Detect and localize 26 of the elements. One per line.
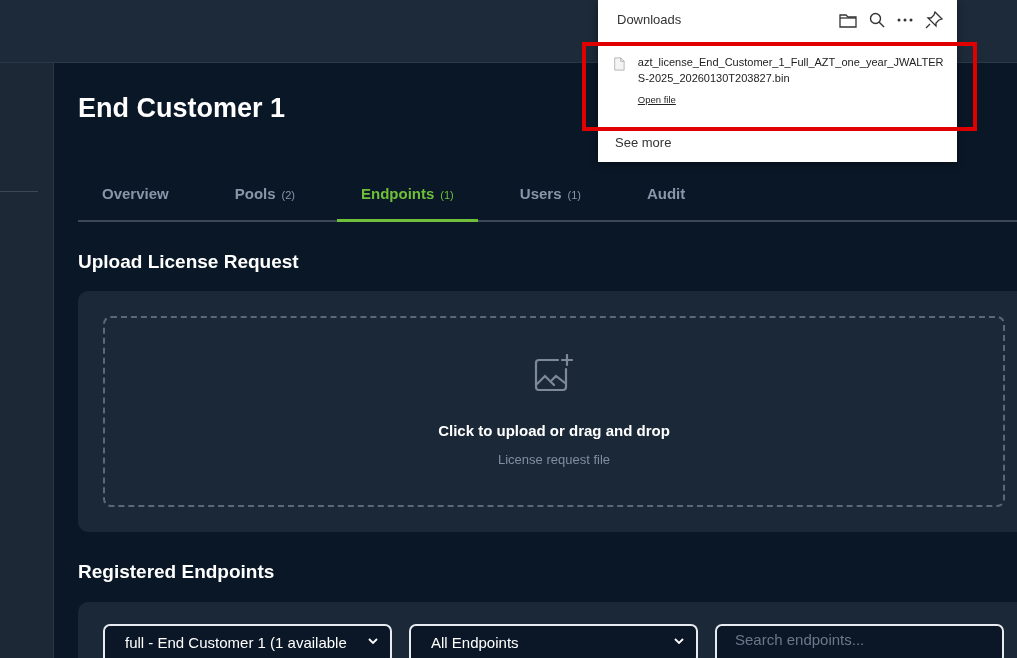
search-field[interactable]: Search endpoints... — [715, 623, 1004, 658]
file-name: azt_license_End_Customer_1_Full_AZT_one_year_JWALTERS-2025_20260130T203827.bin — [637, 55, 945, 86]
upload-hint: License request file — [498, 450, 610, 469]
caret-icon — [674, 637, 684, 645]
drop-zone[interactable]: Click to upload or drag and drop License request file — [103, 316, 1005, 507]
page-title: End Customer 1 — [78, 92, 286, 125]
filter-dropdown[interactable]: full - End Customer 1 (1 available — [103, 623, 392, 658]
panel-title: Downloads — [617, 11, 683, 30]
folder-icon[interactable] — [839, 12, 857, 28]
upload-prompt: Click to upload or drag and drop — [438, 421, 670, 441]
open-file-link[interactable]: Open file — [637, 93, 676, 108]
tab[interactable]: Users (1) — [495, 177, 605, 222]
see-more-link[interactable]: See more — [615, 133, 672, 153]
search-icon[interactable] — [869, 12, 885, 28]
add-image-icon — [534, 354, 574, 392]
tab[interactable]: Audit — [622, 177, 710, 222]
section-heading: Registered Endpoints — [78, 560, 276, 584]
pin-icon[interactable] — [925, 11, 943, 29]
caret-icon — [368, 637, 378, 645]
more-icon[interactable] — [897, 18, 913, 22]
tab[interactable]: Pools (2) — [210, 177, 319, 222]
tab[interactable]: Endpoints (1) — [337, 177, 478, 222]
file-icon — [614, 54, 625, 74]
tab[interactable]: Overview — [78, 177, 193, 222]
section-heading: Upload License Request — [78, 249, 300, 274]
filter-dropdown[interactable]: All Endpoints — [409, 623, 698, 658]
